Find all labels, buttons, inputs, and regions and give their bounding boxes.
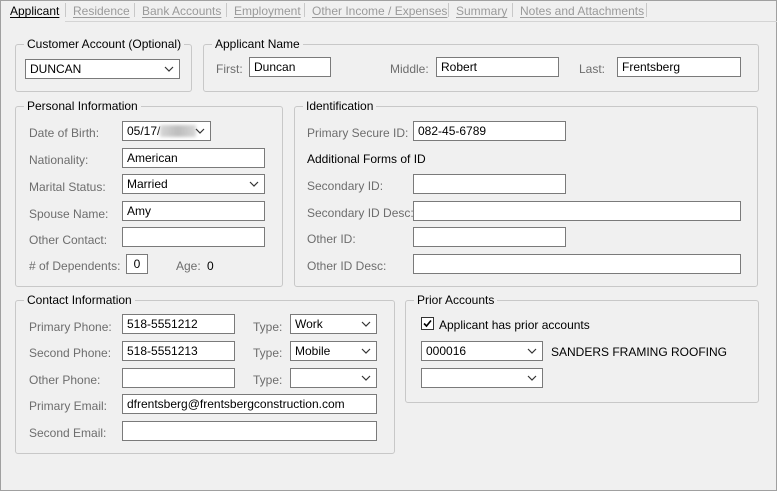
prior-accounts-checkbox-label: Applicant has prior accounts [439, 318, 590, 332]
other-id-desc-input[interactable] [413, 254, 741, 274]
tab-separator [134, 3, 135, 17]
other-contact-label: Other Contact: [29, 233, 108, 247]
second-phone-input[interactable]: 518-5551213 [122, 341, 235, 361]
tab-separator [448, 3, 449, 17]
second-phone-label: Second Phone: [29, 346, 112, 360]
second-phone-type-select[interactable]: Mobile [290, 341, 377, 361]
age-value: 0 [207, 259, 214, 273]
prior-account-name: SANDERS FRAMING ROOFING [551, 345, 728, 359]
primary-email-input[interactable]: dfrentsberg@frentsbergconstruction.com [122, 394, 377, 414]
chevron-down-icon [249, 181, 259, 187]
dependents-label: # of Dependents: [29, 259, 121, 273]
chevron-down-icon [361, 321, 371, 327]
primary-phone-type-label: Type: [253, 320, 283, 334]
tab-applicant[interactable]: Applicant [10, 4, 59, 18]
chevron-down-icon [361, 348, 371, 354]
other-id-input[interactable] [413, 227, 566, 247]
secondary-id-desc-label: Secondary ID Desc: [307, 206, 414, 220]
tab-bar: Applicant Residence Bank Accounts Employ… [0, 0, 777, 22]
tab-separator [65, 3, 66, 17]
chevron-down-icon [527, 375, 537, 381]
middle-name-label: Middle: [390, 62, 429, 76]
tab-notes-and-attachments[interactable]: Notes and Attachments [520, 4, 644, 18]
tab-separator [512, 3, 513, 17]
primary-phone-type-value: Work [295, 317, 323, 331]
spouse-name-input[interactable]: Amy [122, 201, 265, 221]
primary-email-label: Primary Email: [29, 399, 108, 413]
tab-separator [304, 3, 305, 17]
prior-account-value-1: 000016 [426, 344, 467, 358]
other-phone-type-label: Type: [253, 373, 283, 387]
middle-name-input[interactable]: Robert [436, 57, 559, 77]
primary-secure-id-label: Primary Secure ID: [307, 126, 409, 140]
date-of-birth-value: 05/17/ [127, 124, 161, 138]
dependents-input[interactable]: 0 [126, 254, 148, 274]
marital-status-label: Marital Status: [29, 180, 106, 194]
tab-employment[interactable]: Employment [234, 4, 301, 18]
chevron-down-icon [527, 348, 537, 354]
primary-phone-input[interactable]: 518-5551212 [122, 314, 235, 334]
other-phone-input[interactable] [122, 368, 235, 388]
second-phone-type-value: Mobile [295, 344, 331, 358]
redacted-year [160, 125, 197, 137]
other-phone-label: Other Phone: [29, 373, 101, 387]
marital-status-select[interactable]: Married [122, 174, 265, 194]
prior-account-select-1[interactable]: 000016 [421, 341, 543, 361]
identification-legend: Identification [303, 99, 377, 113]
first-name-label: First: [216, 62, 243, 76]
second-phone-type-label: Type: [253, 346, 283, 360]
prior-accounts-legend: Prior Accounts [414, 293, 498, 307]
date-of-birth-label: Date of Birth: [29, 126, 100, 140]
customer-account-value: DUNCAN [30, 62, 82, 76]
tab-other-income-expenses[interactable]: Other Income / Expenses [312, 4, 447, 18]
contact-information-legend: Contact Information [24, 293, 135, 307]
additional-forms-heading: Additional Forms of ID [307, 152, 426, 166]
other-contact-input[interactable] [122, 227, 265, 247]
applicant-name-legend: Applicant Name [212, 37, 303, 51]
spouse-name-label: Spouse Name: [29, 207, 109, 221]
tab-separator [226, 3, 227, 17]
nationality-label: Nationality: [29, 153, 89, 167]
tab-separator [646, 3, 647, 17]
nationality-input[interactable]: American [122, 148, 265, 168]
tab-residence[interactable]: Residence [73, 4, 130, 18]
primary-phone-type-select[interactable]: Work [290, 314, 377, 334]
chevron-down-icon [195, 128, 205, 134]
checkmark-icon [423, 319, 432, 328]
tab-bank-accounts[interactable]: Bank Accounts [142, 4, 221, 18]
prior-account-select-2[interactable] [421, 368, 543, 388]
last-name-label: Last: [579, 62, 606, 76]
customer-account-legend: Customer Account (Optional) [24, 37, 185, 51]
primary-secure-id-input[interactable]: 082-45-6789 [413, 121, 566, 141]
second-email-input[interactable] [122, 421, 377, 441]
chevron-down-icon [361, 375, 371, 381]
secondary-id-label: Secondary ID: [307, 179, 384, 193]
date-of-birth-picker[interactable]: 05/17/ [122, 121, 211, 141]
age-label: Age: [176, 259, 201, 273]
tab-summary[interactable]: Summary [456, 4, 507, 18]
primary-phone-label: Primary Phone: [29, 320, 112, 334]
tab-underline [65, 21, 777, 22]
other-id-desc-label: Other ID Desc: [307, 259, 387, 273]
marital-status-value: Married [127, 177, 168, 191]
other-phone-type-select[interactable] [290, 368, 377, 388]
other-id-label: Other ID: [307, 232, 356, 246]
chevron-down-icon [164, 66, 174, 72]
second-email-label: Second Email: [29, 426, 107, 440]
prior-accounts-checkbox[interactable] [421, 317, 434, 330]
secondary-id-desc-input[interactable] [413, 201, 741, 221]
secondary-id-input[interactable] [413, 174, 566, 194]
first-name-input[interactable]: Duncan [249, 57, 331, 77]
customer-account-select[interactable]: DUNCAN [25, 59, 180, 79]
personal-information-legend: Personal Information [24, 99, 141, 113]
last-name-input[interactable]: Frentsberg [617, 57, 741, 77]
